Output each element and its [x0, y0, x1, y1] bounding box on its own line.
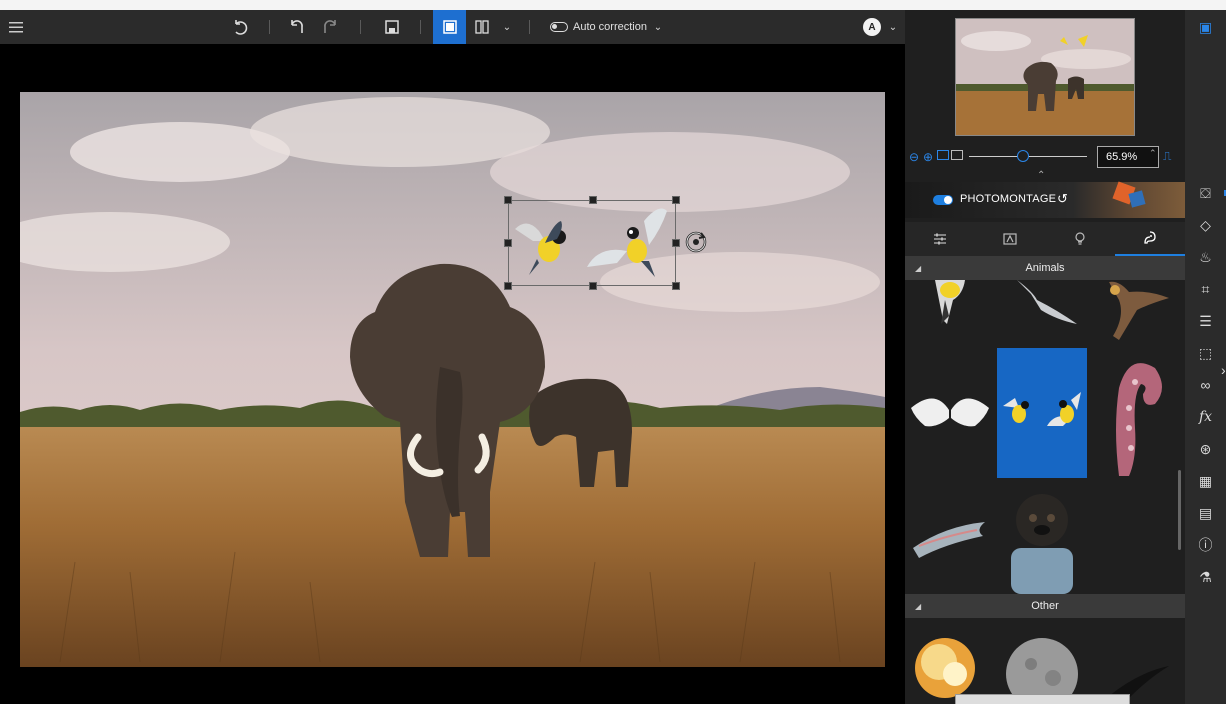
actual-size-icon[interactable]: [951, 150, 963, 160]
retouch-icon[interactable]: ♨: [1185, 244, 1226, 270]
elephant-photo[interactable]: [20, 92, 885, 667]
panel-scrollbar[interactable]: [1178, 470, 1181, 550]
title-strip: [0, 0, 1226, 10]
canvas-area[interactable]: [0, 44, 905, 704]
tool-strip: ▣ ⛋ ◇ ♨ ⌗ ☰ ⬚ ∞ fx ⊛ ▦ ▤ ⓘ ⚗ ›: [1185, 10, 1226, 704]
toggle-icon: [550, 22, 568, 32]
section-title: Other: [1031, 600, 1059, 612]
toolbar-divider: [269, 20, 270, 34]
sticker-selection-box[interactable]: [504, 196, 707, 290]
eraser-icon[interactable]: ◇: [1185, 212, 1226, 238]
resize-handle-top-right[interactable]: [672, 196, 680, 204]
sticker-fish[interactable]: [905, 486, 995, 594]
section-header-animals[interactable]: ◢ Animals: [905, 256, 1185, 280]
text-frame-icon: [1003, 233, 1017, 245]
hamburger-menu-icon[interactable]: [4, 10, 28, 44]
photomontage-banner: PHOTOMONTAGE ↺: [905, 181, 1185, 218]
redo-icon[interactable]: [318, 10, 342, 44]
bird-sticker-right: [587, 208, 667, 277]
auto-correction-label: Auto correction: [573, 21, 647, 33]
glasses-icon[interactable]: ∞: [1185, 372, 1226, 398]
resize-handle-right[interactable]: [672, 239, 680, 247]
adjust-sliders-icon[interactable]: ☰: [1185, 308, 1226, 334]
resize-handle-top[interactable]: [589, 196, 597, 204]
bird-sticker-left: [515, 221, 566, 275]
resize-handle-top-left[interactable]: [504, 196, 512, 204]
top-toolbar: ⌄ Auto correction ⌄ A ⌄: [0, 10, 905, 44]
expand-chevron-icon[interactable]: ›: [1221, 362, 1226, 378]
sticker-hawk[interactable]: [1089, 280, 1177, 340]
histogram-icon[interactable]: ⎍: [1163, 149, 1171, 164]
info-icon[interactable]: ⓘ: [1185, 532, 1226, 558]
sticker-angel-wings[interactable]: [905, 348, 995, 478]
avatar: A: [863, 18, 881, 36]
toolbar-divider: [529, 20, 530, 34]
account-button[interactable]: A: [860, 10, 884, 44]
sticker-moon[interactable]: [997, 622, 1087, 704]
save-icon[interactable]: [380, 10, 404, 44]
reset-icon[interactable]: ↺: [1057, 191, 1068, 207]
zoom-slider-thumb[interactable]: [1017, 150, 1029, 162]
chevron-down-icon[interactable]: ⌄: [499, 10, 515, 44]
sliders-icon: [934, 233, 946, 245]
tab-stickers[interactable]: [1115, 222, 1185, 256]
zoom-in-icon[interactable]: ⊕: [923, 150, 933, 164]
resize-handle-bottom-right[interactable]: [672, 282, 680, 290]
tab-text[interactable]: [975, 222, 1045, 256]
sticker-explosion[interactable]: [905, 622, 995, 704]
texture-icon[interactable]: ▦: [1185, 468, 1226, 494]
paint-stamp-icon: [1144, 231, 1156, 244]
color-wheel-icon[interactable]: ⊛: [1185, 436, 1226, 462]
banner-art: [1128, 190, 1146, 208]
tab-adjustments[interactable]: [905, 222, 975, 256]
gallery-icon[interactable]: ▣: [1185, 14, 1226, 40]
sticker-silhouette[interactable]: [1089, 622, 1177, 704]
fit-screen-icon[interactable]: [937, 150, 949, 160]
chevron-down-icon[interactable]: ⌄: [650, 10, 666, 44]
panel-tabs: [905, 222, 1185, 256]
sticker-grid-other: [905, 622, 1177, 704]
section-title: Animals: [1025, 262, 1065, 274]
tooltip: [955, 694, 1130, 704]
sticker-pug-dog[interactable]: [997, 486, 1087, 594]
lightbulb-icon: [1075, 232, 1085, 245]
toolbar-divider: [360, 20, 361, 34]
photomontage-icon[interactable]: ⛋: [1185, 180, 1226, 206]
photomontage-label: PHOTOMONTAGE: [960, 193, 1057, 205]
resize-handle-bottom-left[interactable]: [504, 282, 512, 290]
crop-icon[interactable]: ⌗: [1185, 276, 1226, 302]
toolbar-divider: [420, 20, 421, 34]
undo-icon[interactable]: [285, 10, 309, 44]
collapse-chevron-icon[interactable]: ⌃: [1037, 170, 1045, 181]
zoom-controls: ⊖ ⊕ 65.9% ⌃ ⎍: [905, 146, 1185, 170]
split-view-icon[interactable]: [470, 10, 494, 44]
tab-lighting[interactable]: [1045, 222, 1115, 256]
right-panel: ⊖ ⊕ 65.9% ⌃ ⎍ ⌃ PHOTOMONTAGE ↺ ◢ Animals…: [905, 10, 1185, 704]
chevron-down-icon[interactable]: ⌄: [885, 10, 901, 44]
zoom-out-icon[interactable]: ⊖: [909, 150, 919, 164]
single-view-icon[interactable]: [433, 10, 466, 44]
photomontage-toggle[interactable]: [933, 195, 953, 205]
navigator-thumbnail[interactable]: [955, 18, 1135, 136]
frame-icon[interactable]: ▤: [1185, 500, 1226, 526]
photo-editor-window: ⌄ Auto correction ⌄ A ⌄ ⊖ ⊕ 65.9% ⌃ ⎍ ⌃ …: [0, 0, 1226, 704]
collapse-triangle-icon: ◢: [915, 601, 922, 611]
collapse-triangle-icon: ◢: [915, 263, 922, 273]
section-header-other[interactable]: ◢ Other: [905, 594, 1185, 618]
undo-history-icon[interactable]: [228, 10, 252, 44]
resize-handle-bottom[interactable]: [589, 282, 597, 290]
sticker-two-birds-selected[interactable]: [997, 348, 1087, 478]
sticker-bird-perched[interactable]: [905, 280, 995, 340]
sticker-gull[interactable]: [997, 280, 1087, 340]
sticker-octopus-tentacle[interactable]: [1089, 348, 1177, 478]
resize-handle-left[interactable]: [504, 239, 512, 247]
rotate-handle-icon[interactable]: [685, 231, 707, 253]
selection-icon[interactable]: ⬚: [1185, 340, 1226, 366]
effects-fx-icon[interactable]: fx: [1185, 404, 1226, 430]
sticker-grid: [905, 280, 1177, 594]
lab-flask-icon[interactable]: ⚗: [1185, 564, 1226, 590]
zoom-stepper-icon[interactable]: ⌃: [1149, 148, 1157, 159]
zoom-value: 65.9%: [1106, 151, 1138, 163]
